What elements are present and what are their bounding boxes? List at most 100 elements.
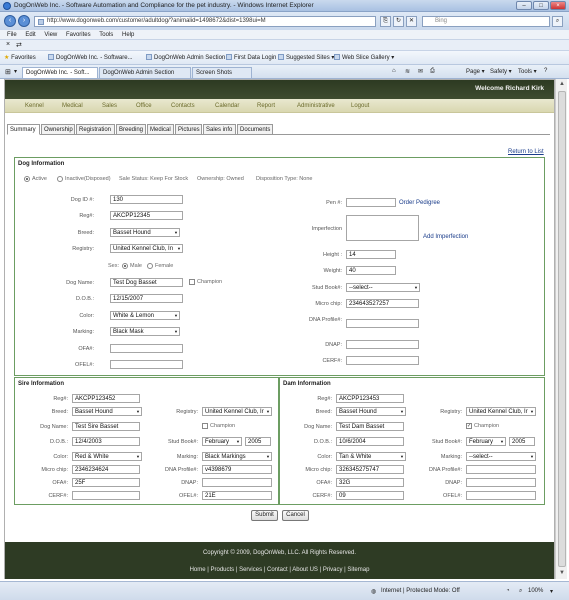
- browser-tab-1[interactable]: DogOnWeb Inc. - Soft...: [22, 67, 98, 78]
- zone-text[interactable]: Internet | Protected Mode: Off: [381, 588, 460, 594]
- nav-medical[interactable]: Medical: [62, 103, 83, 109]
- favorite-link-2[interactable]: DogOnWeb Admin Section: [146, 54, 225, 61]
- quick-tabs-icon[interactable]: ⊞: [5, 68, 11, 76]
- sire-stud-month-select[interactable]: February: [202, 437, 242, 446]
- sex-female-radio[interactable]: [147, 263, 153, 269]
- stop-icon[interactable]: ✕: [406, 16, 417, 27]
- back-button[interactable]: ‹: [4, 15, 16, 27]
- return-to-list-link[interactable]: Return to List: [508, 149, 544, 155]
- dam-dnap-input[interactable]: [466, 478, 536, 487]
- ofa-input[interactable]: [110, 344, 183, 353]
- minimize-button[interactable]: –: [516, 1, 532, 10]
- status-active-radio[interactable]: [24, 176, 30, 182]
- menu-edit[interactable]: Edit: [25, 30, 35, 40]
- footer-link-home[interactable]: Home: [190, 567, 206, 573]
- cancel-button[interactable]: Cancel: [282, 510, 309, 521]
- search-icon[interactable]: ⌕: [552, 16, 563, 27]
- print-icon[interactable]: ⎙: [430, 68, 435, 75]
- imperfection-textarea[interactable]: [346, 215, 419, 241]
- tab-list-icon[interactable]: ▾: [14, 68, 17, 75]
- dnap-input[interactable]: [346, 340, 419, 349]
- stud-book-select[interactable]: --select--: [346, 283, 420, 292]
- maximize-button[interactable]: □: [533, 1, 549, 10]
- zoom-menu-icon[interactable]: ▾: [550, 588, 553, 595]
- tab-pictures[interactable]: Pictures: [175, 124, 202, 135]
- sire-ofa-input[interactable]: 25F: [72, 478, 140, 487]
- sire-reg-input[interactable]: AKCPP123452: [72, 394, 140, 403]
- scroll-up-icon[interactable]: ▲: [557, 79, 567, 89]
- sire-dog-name-input[interactable]: Test Sire Basset: [72, 422, 140, 431]
- scroll-thumb[interactable]: [558, 91, 566, 567]
- sire-dob-input[interactable]: 12/4/2003: [72, 437, 140, 446]
- dam-ofa-input[interactable]: 32G: [336, 478, 404, 487]
- sire-stud-year-input[interactable]: 2005: [245, 437, 271, 446]
- menu-tools[interactable]: Tools: [99, 30, 113, 40]
- sire-champion-checkbox[interactable]: [202, 423, 208, 429]
- dam-breed-select[interactable]: Basset Hound: [336, 407, 406, 416]
- dam-color-select[interactable]: Tan & White: [336, 452, 406, 461]
- footer-link-services[interactable]: Services: [239, 567, 262, 573]
- help-icon[interactable]: ?: [544, 68, 547, 74]
- dog-name-input[interactable]: Test Dog Basset: [110, 278, 183, 287]
- safety-menu[interactable]: Safety ▾: [490, 68, 512, 75]
- marking-select[interactable]: Black Mask: [110, 327, 180, 336]
- nav-logout[interactable]: Logout: [351, 103, 369, 109]
- home-icon[interactable]: ⌂: [392, 68, 396, 74]
- sire-marking-select[interactable]: Black Markings: [202, 452, 272, 461]
- dam-stud-year-input[interactable]: 2005: [509, 437, 535, 446]
- sire-dna-profile-input[interactable]: v4398679: [202, 465, 272, 474]
- favorites-button[interactable]: ★ Favorites: [4, 54, 36, 61]
- mail-icon[interactable]: ✉: [418, 68, 423, 75]
- footer-link-sitemap[interactable]: Sitemap: [347, 567, 369, 573]
- footer-link-privacy[interactable]: Privacy: [323, 567, 343, 573]
- tools-menu[interactable]: Tools ▾: [518, 68, 537, 75]
- menu-view[interactable]: View: [44, 30, 57, 40]
- favorite-link-3[interactable]: First Data Login: [226, 54, 276, 61]
- page-menu[interactable]: Page ▾: [466, 68, 485, 75]
- dam-marking-select[interactable]: --select--: [466, 452, 536, 461]
- nav-sales[interactable]: Sales: [102, 103, 117, 109]
- tab-registration[interactable]: Registration: [76, 124, 115, 135]
- favorite-link-4[interactable]: Suggested Sites ▾: [278, 54, 334, 61]
- compatibility-view-icon[interactable]: ⎘: [380, 16, 391, 27]
- dam-champion-checkbox[interactable]: ✓: [466, 423, 472, 429]
- menu-help[interactable]: Help: [122, 30, 134, 40]
- forward-button[interactable]: ›: [18, 15, 30, 27]
- nav-administrative[interactable]: Administrative: [297, 103, 335, 109]
- nav-contacts[interactable]: Contacts: [171, 103, 195, 109]
- menu-file[interactable]: File: [7, 30, 17, 40]
- feeds-icon[interactable]: ≋: [405, 68, 410, 75]
- sire-micro-chip-input[interactable]: 2346234624: [72, 465, 140, 474]
- sire-registry-select[interactable]: United Kennel Club, Ir: [202, 407, 272, 416]
- tab-sales-info[interactable]: Sales info: [203, 124, 236, 135]
- dam-dob-input[interactable]: 10/6/2004: [336, 437, 404, 446]
- browser-tab-3[interactable]: Screen Shots: [192, 67, 252, 78]
- dam-ofel-input[interactable]: [466, 491, 536, 500]
- dog-id-input[interactable]: 130: [110, 195, 183, 204]
- tab-summary[interactable]: Summary: [7, 124, 40, 135]
- footer-link-contact[interactable]: Contact: [267, 567, 288, 573]
- nav-calendar[interactable]: Calendar: [215, 103, 239, 109]
- refresh-icon[interactable]: ↻: [393, 16, 404, 27]
- pen-input[interactable]: [346, 198, 396, 207]
- sire-color-select[interactable]: Red & White: [72, 452, 142, 461]
- favorite-link-1[interactable]: DogOnWeb Inc. - Software...: [48, 54, 133, 61]
- submit-button[interactable]: Submit: [251, 510, 278, 521]
- registry-select[interactable]: United Kennel Club, In: [110, 244, 183, 253]
- sire-cerf-input[interactable]: [72, 491, 140, 500]
- dam-dna-profile-input[interactable]: [466, 465, 536, 474]
- breed-select[interactable]: Basset Hound: [110, 228, 180, 237]
- favorite-link-5[interactable]: Web Slice Gallery ▾: [334, 54, 394, 61]
- nav-kennel[interactable]: Kennel: [25, 103, 44, 109]
- dam-dog-name-input[interactable]: Test Dam Basset: [336, 422, 404, 431]
- height-input[interactable]: 14: [346, 250, 396, 259]
- zoom-icon[interactable]: ⌕: [519, 588, 522, 595]
- search-input[interactable]: Bing: [422, 16, 550, 27]
- add-imperfection-link[interactable]: Add Imperfection: [423, 234, 468, 240]
- menu-favorites[interactable]: Favorites: [66, 30, 91, 40]
- footer-link-about[interactable]: About US: [292, 567, 318, 573]
- url-field[interactable]: http://www.dogonweb.com/customer/adultdo…: [34, 16, 376, 27]
- dam-micro-chip-input[interactable]: 326345275747: [336, 465, 404, 474]
- dna-profile-input[interactable]: [346, 319, 419, 328]
- close-window-button[interactable]: ×: [550, 1, 566, 10]
